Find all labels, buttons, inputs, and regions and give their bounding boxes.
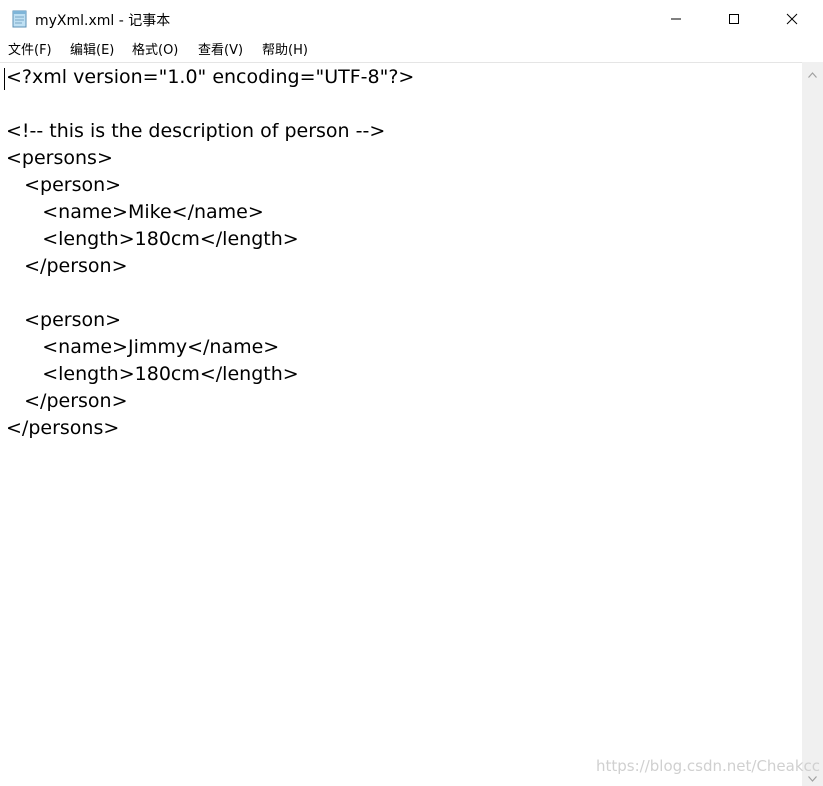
scroll-up-button[interactable] [802, 62, 823, 82]
minimize-icon [670, 10, 682, 29]
editor-line: <person> [6, 309, 122, 331]
editor-line: <!-- this is the description of person -… [6, 120, 386, 142]
editor-line: <?xml version="1.0" encoding="UTF-8"?> [6, 66, 415, 88]
editor-line: <name>Jimmy</name> [6, 336, 280, 358]
editor-line: <person> [6, 174, 122, 196]
notepad-window: myXml.xml - 记事本 文件(F) 编辑(E) 格式(O) 查看(V) … [0, 0, 823, 786]
maximize-button[interactable] [705, 0, 763, 38]
menu-file[interactable]: 文件(F) [8, 41, 52, 61]
notepad-icon [10, 9, 30, 29]
menu-format[interactable]: 格式(O) [132, 41, 178, 61]
close-icon [786, 10, 798, 29]
close-button[interactable] [763, 0, 821, 38]
editor-line: </person> [6, 390, 128, 412]
maximize-icon [728, 10, 740, 29]
menu-bar: 文件(F) 编辑(E) 格式(O) 查看(V) 帮助(H) [0, 38, 823, 62]
editor-line: </person> [6, 255, 128, 277]
text-caret [4, 68, 5, 90]
window-title: myXml.xml - 记事本 [35, 13, 171, 29]
title-bar[interactable]: myXml.xml - 记事本 [0, 0, 823, 38]
watermark: https://blog.csdn.net/Cheakcc [596, 757, 821, 775]
editor-line: <persons> [6, 147, 113, 169]
scroll-up-arrow-icon [808, 63, 817, 82]
menu-help[interactable]: 帮助(H) [262, 41, 308, 61]
minimize-button[interactable] [647, 0, 705, 38]
editor-line: <length>180cm</length> [6, 363, 299, 385]
text-editor[interactable]: <?xml version="1.0" encoding="UTF-8"?> <… [0, 62, 802, 786]
menu-edit[interactable]: 编辑(E) [70, 41, 114, 61]
editor-line: </persons> [6, 417, 120, 439]
editor-line: <length>180cm</length> [6, 228, 299, 250]
menu-view[interactable]: 查看(V) [198, 41, 243, 61]
editor-line: <name>Mike</name> [6, 201, 264, 223]
vertical-scrollbar[interactable] [802, 62, 823, 786]
